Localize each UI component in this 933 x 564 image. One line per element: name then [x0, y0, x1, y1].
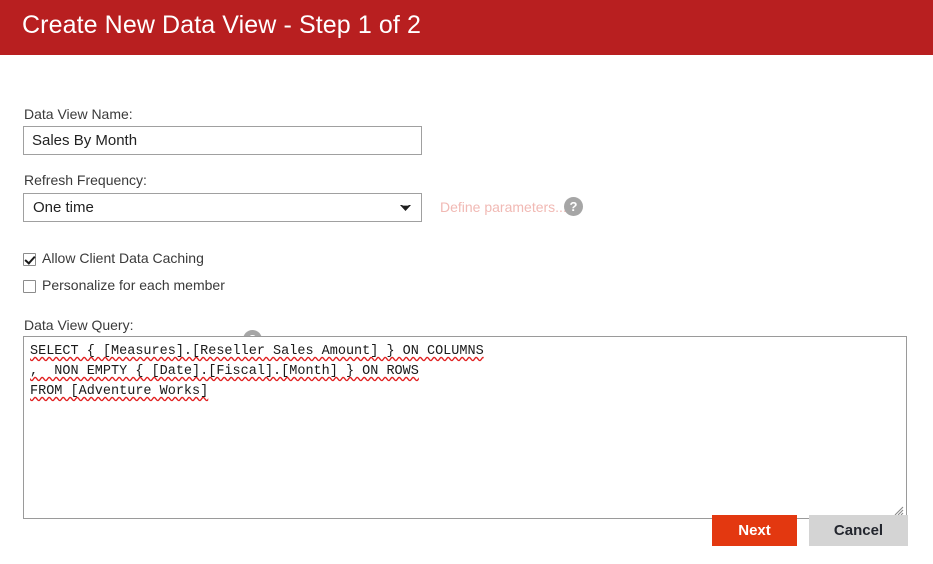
- data-view-name-label: Data View Name:: [24, 106, 133, 122]
- chevron-down-icon: [400, 205, 411, 211]
- data-view-query-label: Data View Query:: [24, 317, 134, 333]
- refresh-frequency-value: One time: [33, 199, 94, 216]
- refresh-frequency-select[interactable]: One time: [23, 193, 422, 222]
- refresh-frequency-label: Refresh Frequency:: [24, 172, 147, 188]
- data-view-name-input[interactable]: [23, 126, 422, 155]
- data-view-query-text: SELECT { [Measures].[Reseller Sales Amou…: [30, 344, 484, 399]
- page-title: Create New Data View - Step 1 of 2: [22, 11, 421, 39]
- define-parameters-help-icon[interactable]: ?: [564, 197, 583, 216]
- personalize-for-each-member-checkbox[interactable]: [23, 280, 36, 293]
- data-view-query-textarea[interactable]: SELECT { [Measures].[Reseller Sales Amou…: [23, 336, 907, 519]
- allow-client-data-caching-checkbox[interactable]: [23, 253, 36, 266]
- dialog-header-bar: Create New Data View - Step 1 of 2: [0, 0, 933, 55]
- cancel-button[interactable]: Cancel: [809, 515, 908, 546]
- personalize-for-each-member-label: Personalize for each member: [42, 277, 225, 293]
- create-data-view-form: Data View Name: Refresh Frequency: One t…: [0, 55, 933, 564]
- allow-client-data-caching-label: Allow Client Data Caching: [42, 250, 204, 266]
- define-parameters-link[interactable]: Define parameters...: [440, 199, 567, 215]
- next-button[interactable]: Next: [712, 515, 797, 546]
